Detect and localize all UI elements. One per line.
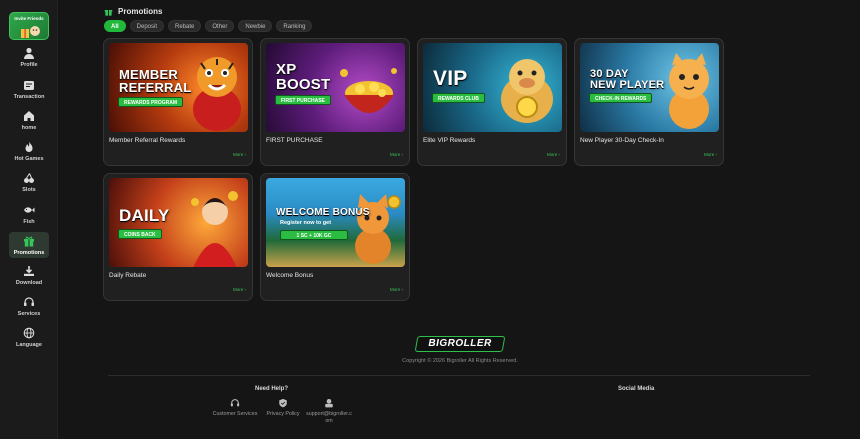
sidebar-item-label: Language: [16, 342, 42, 348]
sidebar-item-label: Hot Games: [14, 156, 44, 162]
lucky-girl-illustration: [191, 191, 238, 267]
promo-banner-image: DAILY COINS BACK: [109, 178, 248, 267]
banner-pill: FIRST PURCHASE: [275, 95, 331, 105]
banner-headline-2: NEW PLAYER: [590, 79, 665, 91]
banner-pill: COINS BACK: [118, 229, 162, 239]
sidebar-item-label: Profile: [20, 62, 38, 68]
sidebar-item-label: Fish: [23, 219, 35, 225]
banner-headline-1: DAILY: [119, 206, 170, 225]
promo-card-title: FIRST PURCHASE: [266, 137, 323, 144]
need-help-heading: Need Help?: [255, 386, 289, 392]
sidebar-item-promotions[interactable]: Promotions: [9, 232, 49, 258]
banner-headline-2: REFERRAL: [119, 80, 192, 95]
tab-other[interactable]: Other: [205, 20, 235, 32]
sidebar: Invite Friends Profile Transaction home …: [0, 0, 58, 439]
promo-card-30-day-check-in[interactable]: 30 DAY NEW PLAYER CHECK-IN REWARDS New P…: [574, 38, 724, 166]
banner-pill: CHECK-IN REWARDS: [589, 93, 653, 103]
more-link[interactable]: More ›: [233, 152, 246, 157]
sidebar-item-label: Download: [15, 280, 43, 286]
globe-icon: [23, 327, 35, 339]
page-title-row: Promotions: [104, 5, 162, 17]
tab-ranking[interactable]: Ranking: [276, 20, 313, 32]
promo-banner-image: MEMBER REFERRAL REWARDS PROGRAM: [109, 43, 248, 132]
piggy-bank-mascot-illustration: [501, 59, 553, 123]
bigroller-logo[interactable]: BIGROLLER: [414, 336, 506, 352]
sidebar-item-label: Promotions: [13, 250, 45, 256]
sidebar-item-slots[interactable]: Slots: [0, 172, 58, 200]
more-link[interactable]: More ›: [390, 287, 403, 292]
banner-subtext: Register now to get: [280, 220, 332, 226]
sidebar-item-profile[interactable]: Profile: [0, 47, 58, 75]
more-link[interactable]: More ›: [390, 152, 403, 157]
footer-divider: [108, 375, 810, 376]
headset-icon: [24, 297, 34, 306]
banner-pill: REWARDS CLUB: [432, 93, 485, 103]
sidebar-item-hot-games[interactable]: Hot Games: [0, 141, 58, 169]
tab-rebate[interactable]: Rebate: [168, 20, 202, 32]
shield-icon: [279, 398, 287, 408]
sidebar-item-label: home: [21, 125, 37, 131]
banner-headline-2: BOOST: [276, 76, 331, 93]
gift-box-icon: [21, 26, 40, 38]
cherry-icon: [24, 173, 34, 183]
download-icon: [24, 266, 34, 276]
promo-card-welcome-bonus[interactable]: WELCOME BONUS Register now to get 1 SC +…: [260, 173, 410, 301]
banner-headline-1: WELCOME BONUS: [276, 207, 370, 218]
promo-card-member-referral[interactable]: MEMBER REFERRAL REWARDS PROGRAM Member R…: [103, 38, 253, 166]
banner-pill: 1 SC + 10K GC: [280, 230, 348, 240]
fire-icon: [25, 141, 33, 152]
privacy-policy-link[interactable]: Privacy Policy: [263, 398, 303, 418]
sidebar-item-services[interactable]: Services: [0, 296, 58, 324]
headset-icon: [230, 399, 240, 407]
sidebar-item-label: Services: [17, 311, 41, 317]
promo-card-title: Welcome Bonus: [266, 272, 314, 279]
promo-card-title: Elite VIP Rewards: [423, 137, 476, 144]
wallet-icon: [24, 81, 34, 90]
mail-icon: [325, 399, 333, 408]
sidebar-item-label: Slots: [22, 187, 36, 193]
fish-icon: [24, 207, 35, 213]
more-link[interactable]: More ›: [233, 287, 246, 292]
tab-deposit[interactable]: Deposit: [129, 20, 165, 32]
tab-all[interactable]: All: [104, 20, 126, 32]
invite-friends-label: Invite Friends: [14, 16, 44, 21]
promo-card-daily-rebate[interactable]: DAILY COINS BACK Daily Rebate More ›: [103, 173, 253, 301]
promo-card-title: Daily Rebate: [109, 272, 147, 279]
promo-card-title: New Player 30-Day Check-In: [580, 137, 664, 144]
promo-card-vip[interactable]: VIP REWARDS CLUB Elite VIP Rewards More …: [417, 38, 567, 166]
promo-banner-image: 30 DAY NEW PLAYER CHECK-IN REWARDS: [580, 43, 719, 132]
gift-icon: [104, 9, 113, 16]
tab-newbie[interactable]: Newbie: [238, 20, 273, 32]
copyright-text: Copyright © 2026 Bigroller All Rights Re…: [402, 358, 518, 364]
support-email-link[interactable]: support@bigroller.com: [304, 398, 354, 425]
treasure-bowl-illustration: [340, 68, 397, 113]
more-link[interactable]: More ›: [704, 152, 717, 157]
promo-card-title: Member Referral Rewards: [109, 137, 186, 144]
cat-mascot-illustration: [669, 53, 709, 129]
promo-banner-image: WELCOME BONUS Register now to get 1 SC +…: [266, 178, 405, 267]
home-icon: [24, 111, 34, 121]
more-link[interactable]: More ›: [547, 152, 560, 157]
fox-mascot-illustration: [355, 194, 401, 264]
gift-icon: [24, 236, 34, 247]
banner-headline-1: VIP: [433, 67, 468, 90]
sidebar-item-home[interactable]: home: [0, 110, 58, 138]
banner-headline-1: XP: [276, 61, 297, 78]
promo-banner-image: XP BOOST FIRST PURCHASE: [266, 43, 405, 132]
customer-services-link[interactable]: Customer Services: [209, 398, 261, 418]
sidebar-item-fish[interactable]: Fish: [0, 204, 58, 232]
user-icon: [24, 47, 34, 59]
tiger-mascot-illustration: [193, 57, 241, 131]
sidebar-item-language[interactable]: Language: [0, 327, 58, 355]
page-title: Promotions: [118, 6, 163, 16]
promo-banner-image: VIP REWARDS CLUB: [423, 43, 562, 132]
sidebar-item-download[interactable]: Download: [0, 265, 58, 293]
sidebar-item-transaction[interactable]: Transaction: [0, 79, 58, 107]
promotion-filter-tabs: All Deposit Rebate Other Newbie Ranking: [104, 20, 313, 32]
sidebar-item-label: Transaction: [13, 94, 45, 100]
social-media-heading: Social Media: [618, 386, 655, 392]
banner-pill: REWARDS PROGRAM: [118, 97, 184, 107]
promo-card-xp-boost[interactable]: XP BOOST FIRST PURCHASE FIRST PURCHASE M…: [260, 38, 410, 166]
invite-friends-banner[interactable]: Invite Friends: [9, 12, 49, 40]
